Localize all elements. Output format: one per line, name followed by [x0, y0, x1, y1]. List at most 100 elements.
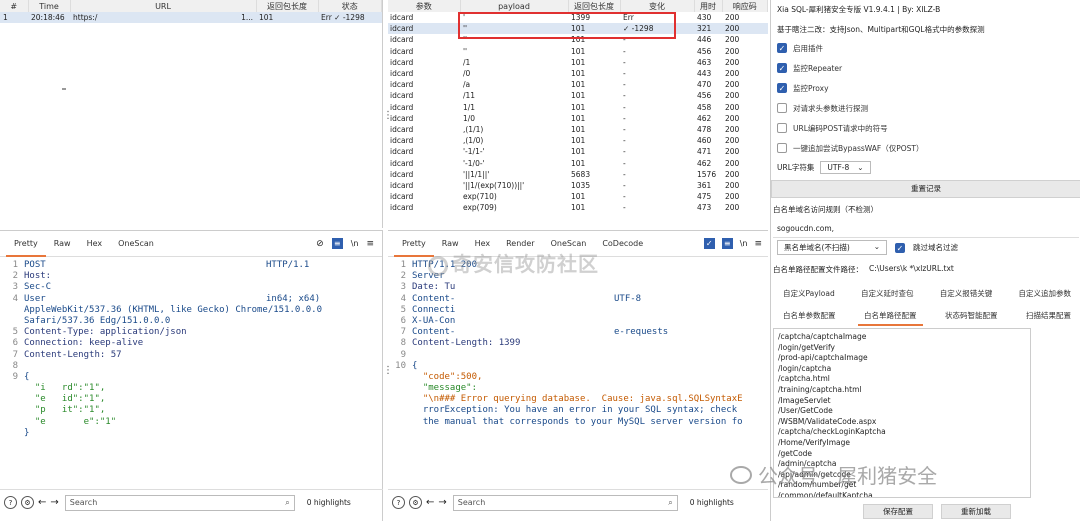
check-icon[interactable]: ✓ — [703, 238, 715, 249]
option-row[interactable]: 对请求头参数进行探测 — [777, 98, 923, 118]
line-text: Content- — [412, 327, 456, 338]
col-url[interactable]: URL — [70, 0, 257, 12]
option-checkbox[interactable]: ✓ — [777, 43, 787, 53]
forward-icon[interactable]: → — [50, 497, 58, 508]
result-row[interactable]: idcard ,(1/0) 101 - 460 200 — [388, 135, 768, 146]
split-handle-bottom[interactable]: ⋮ — [383, 365, 393, 376]
plugin-tab[interactable]: 自定义报错关键 — [934, 284, 999, 304]
result-row[interactable]: idcard/0 101 - 443 200 — [388, 68, 768, 79]
path-item[interactable]: /User/GetCode — [778, 406, 1026, 417]
path-item[interactable]: /captcha.html — [778, 374, 1026, 385]
option-checkbox[interactable]: ✓ — [777, 63, 787, 73]
newline-icon[interactable]: \n — [740, 239, 748, 248]
option-row[interactable]: ✓ 监控Proxy — [777, 78, 923, 98]
settings-icon[interactable]: ⚙ — [21, 496, 34, 509]
plugin-tab[interactable]: 自定义追加参数 — [1013, 284, 1078, 304]
plugin-tab[interactable]: 白名单参数配置 — [777, 306, 842, 326]
col-status[interactable]: 状态 — [318, 0, 382, 12]
path-item[interactable]: /Home/VerifyImage — [778, 438, 1026, 449]
tab-onescan[interactable]: OneScan — [110, 231, 162, 257]
settings-icon[interactable]: ⚙ — [409, 496, 422, 509]
option-checkbox[interactable]: ✓ — [777, 83, 787, 93]
menu-icon[interactable]: ≡ — [754, 239, 762, 249]
path-item[interactable]: /login/getVerify — [778, 343, 1026, 354]
plugin-title: Xia SQL-犀利猪安全专版 V1.9.4.1 | By: XILZ-B — [777, 5, 941, 14]
result-row[interactable]: idcard/a 101 - 470 200 — [388, 79, 768, 90]
result-row[interactable]: idcard '||1/(exp(710))||' 1035 - 361 200 — [388, 180, 768, 191]
skip-checkbox[interactable]: ✓ — [895, 242, 905, 253]
col-param[interactable]: 参数 — [388, 0, 461, 12]
charset-select[interactable]: UTF-8 ⌄ — [820, 161, 871, 174]
plugin-tab[interactable]: 自定义延时查包 — [855, 284, 920, 304]
path-item[interactable]: /training/captcha.html — [778, 385, 1026, 396]
reload-button[interactable]: 重新加载 — [941, 504, 1011, 519]
reset-button[interactable]: 重置记录 — [771, 180, 1080, 198]
result-row[interactable]: idcard/11 101 - 456 200 — [388, 90, 768, 101]
history-row[interactable]: 1 20:18:46 https:/1... 101 Err ✓ -1298 — [0, 12, 382, 24]
path-value[interactable]: C:\Users\k *\xlzURL.txt — [869, 264, 954, 275]
mode-select[interactable]: 黑名单域名(不扫描) ⌄ — [777, 240, 887, 255]
plugin-tab[interactable]: 扫描结果配置 — [1020, 306, 1077, 326]
request-editor[interactable]: 1 POST HTTP/1.1 2 Host: 3 Sec-C 4 User in64; x64)… — [4, 260, 379, 492]
path-item[interactable]: /common/defaultKaptcha — [778, 491, 1026, 497]
plugin-tab[interactable]: 状态码智能配置 — [939, 306, 1004, 326]
wrap-icon[interactable]: ≡ — [721, 238, 733, 249]
option-row[interactable]: ✓ 监控Repeater — [777, 58, 923, 78]
result-cell: 101 — [571, 147, 586, 157]
back-icon[interactable]: ← — [38, 497, 46, 508]
domain-input[interactable]: sogoucdn.com, — [773, 220, 1079, 238]
path-item[interactable]: /login/captcha — [778, 364, 1026, 375]
option-row[interactable]: ✓ 启用插件 — [777, 38, 923, 58]
result-row[interactable]: idcard 1/1 101 - 458 200 — [388, 102, 768, 113]
result-row[interactable]: idcard 1/0 101 - 462 200 — [388, 113, 768, 124]
newline-icon[interactable]: \n — [351, 239, 359, 248]
path-item[interactable]: /getCode — [778, 449, 1026, 460]
help-icon[interactable]: ? — [4, 496, 17, 509]
path-item[interactable]: /WSBM/ValidateCode.aspx — [778, 417, 1026, 428]
wrap-icon[interactable]: ≡ — [331, 238, 343, 249]
option-checkbox[interactable] — [777, 123, 787, 133]
tab-pretty[interactable]: Pretty — [6, 231, 46, 257]
path-item[interactable]: /prod-api/captchaImage — [778, 353, 1026, 364]
plugin-tab[interactable]: 自定义Payload — [777, 284, 841, 304]
save-config-button[interactable]: 保存配置 — [863, 504, 933, 519]
option-checkbox[interactable] — [777, 143, 787, 153]
col-change[interactable]: 变化 — [620, 0, 695, 12]
back-icon[interactable]: ← — [426, 497, 434, 508]
col-len[interactable]: 返回包长度 — [256, 0, 319, 12]
hide-icon[interactable]: ⊘ — [316, 239, 324, 249]
result-row[interactable]: idcard ,(1/1) 101 - 478 200 — [388, 124, 768, 135]
result-cell: 475 — [697, 192, 712, 202]
option-row[interactable]: 一键追加尝试BypassWAF（仅POST） — [777, 138, 923, 158]
option-row[interactable]: URL编码POST请求中的符号 — [777, 118, 923, 138]
forward-icon[interactable]: → — [438, 497, 446, 508]
option-checkbox[interactable] — [777, 103, 787, 113]
response-editor[interactable]: 1 HTTP/1.1 200 2 Server 3 Date: Tu 4 Content- UT… — [392, 260, 764, 492]
col-payload[interactable]: payload — [460, 0, 569, 12]
result-row[interactable]: idcard exp(710) 101 - 475 200 — [388, 191, 768, 202]
col-time[interactable]: 用时 — [694, 0, 723, 12]
tab-hex[interactable]: Hex — [79, 231, 111, 257]
result-row[interactable]: idcard '-1/1-' 101 - 471 200 — [388, 146, 768, 157]
tab-raw[interactable]: Raw — [46, 231, 79, 257]
help-icon[interactable]: ? — [392, 496, 405, 509]
col-code[interactable]: 响应码 — [722, 0, 768, 12]
search-input[interactable]: Search ⌕ — [64, 494, 295, 511]
split-handle-top[interactable]: ⋮ — [383, 110, 393, 121]
result-row[interactable]: idcard '-1/0-' 101 - 462 200 — [388, 157, 768, 168]
tab-codecode[interactable]: CoDecode — [594, 231, 651, 257]
result-row[interactable]: idcard exp(709) 101 - 473 200 — [388, 202, 768, 213]
col-time[interactable]: Time — [28, 0, 71, 12]
result-row[interactable]: idcard '||1/1||' 5683 - 1576 200 — [388, 169, 768, 180]
path-item[interactable]: /ImageServlet — [778, 396, 1026, 407]
col-reslen[interactable]: 返回包长度 — [568, 0, 621, 12]
menu-icon[interactable]: ≡ — [366, 239, 374, 249]
search-input[interactable]: Search ⌕ — [452, 494, 678, 511]
result-row[interactable]: idcard/1 101 - 463 200 — [388, 57, 768, 68]
plugin-tab[interactable]: 白名单路径配置 — [858, 306, 923, 326]
path-item[interactable]: /captcha/checkLoginKaptcha — [778, 427, 1026, 438]
result-row[interactable]: idcard '' 101 - 456 200 — [388, 46, 768, 57]
result-cell: 200 — [725, 169, 740, 179]
path-item[interactable]: /captcha/captchaImage — [778, 332, 1026, 343]
col-num[interactable]: # — [0, 0, 29, 12]
